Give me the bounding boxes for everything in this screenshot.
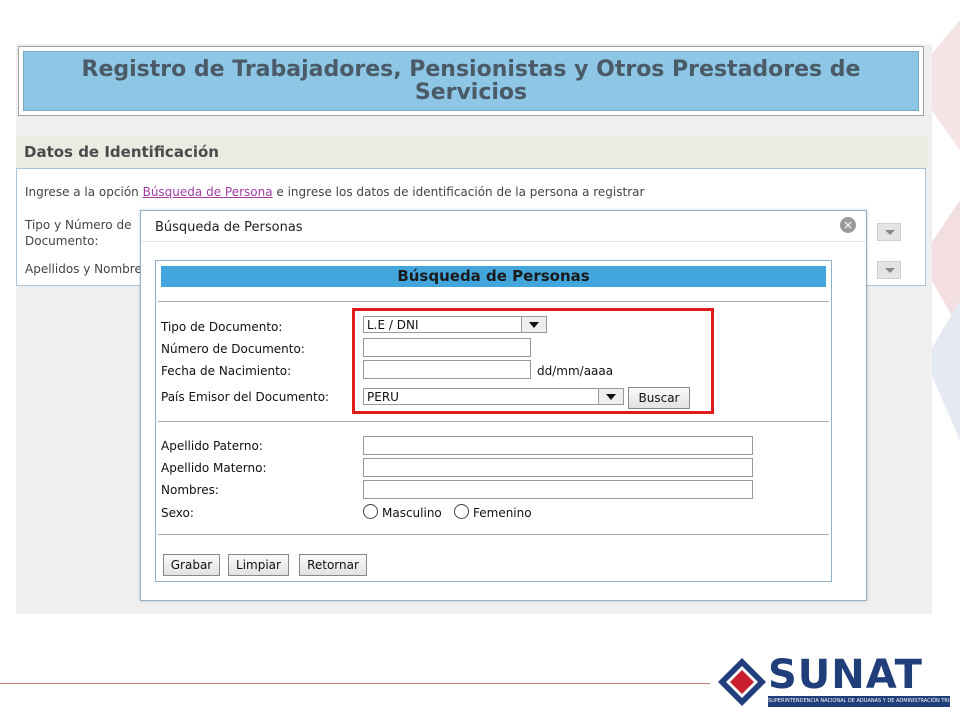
background-dropdown-button[interactable] — [877, 223, 901, 241]
background-dropdown-button[interactable] — [877, 261, 901, 279]
fecha-nacimiento-label: Fecha de Nacimiento: — [161, 364, 292, 378]
apellido-materno-input[interactable] — [363, 458, 753, 477]
close-icon[interactable]: × — [840, 217, 856, 233]
sexo-label: Sexo: — [161, 506, 194, 520]
dialog-title: Búsqueda de Personas — [155, 220, 303, 235]
nombres-input[interactable] — [363, 480, 753, 499]
logo-tagline: SUPERINTENDENCIA NACIONAL DE ADUANAS Y D… — [768, 696, 950, 707]
sunat-logo: SUNAT SUPERINTENDENCIA NACIONAL DE ADUAN… — [716, 652, 952, 710]
page-title-box: Registro de Trabajadores, Pensionistas y… — [18, 46, 924, 116]
masculino-radio[interactable] — [363, 504, 378, 519]
apellido-paterno-label: Apellido Paterno: — [161, 439, 263, 453]
tipo-documento-label: Tipo de Documento: — [161, 320, 283, 334]
femenino-radio[interactable] — [454, 504, 469, 519]
divider — [158, 421, 829, 422]
busqueda-persona-link[interactable]: Búsqueda de Persona — [143, 185, 273, 199]
section-header: Datos de Identificación — [16, 135, 928, 167]
nombres-label: Nombres: — [161, 483, 219, 497]
page-title: Registro de Trabajadores, Pensionistas y… — [81, 57, 861, 105]
masculino-label: Masculino — [382, 506, 442, 520]
retornar-button[interactable]: Retornar — [299, 554, 367, 576]
label-apellidos: Apellidos y Nombre — [25, 262, 142, 276]
section-title: Datos de Identificación — [24, 143, 219, 161]
divider — [158, 301, 829, 302]
sunat-logo-icon — [718, 658, 766, 706]
divider — [158, 534, 829, 535]
pais-emisor-label: País Emisor del Documento: — [161, 390, 330, 404]
femenino-label: Femenino — [473, 506, 532, 520]
label-tipo-numero: Tipo y Número de Documento: — [25, 218, 132, 248]
limpiar-button[interactable]: Limpiar — [228, 554, 289, 576]
form-header: Búsqueda de Personas — [161, 266, 826, 287]
highlight-box — [352, 308, 714, 414]
logo-text: SUNAT — [768, 652, 923, 698]
form-header-title: Búsqueda de Personas — [397, 267, 590, 285]
numero-documento-label: Número de Documento: — [161, 342, 305, 356]
grabar-button[interactable]: Grabar — [163, 554, 220, 576]
footer-divider — [0, 683, 710, 684]
apellido-paterno-input[interactable] — [363, 436, 753, 455]
apellido-materno-label: Apellido Materno: — [161, 461, 267, 475]
intro-text: Ingrese a la opción Búsqueda de Persona … — [25, 185, 645, 199]
